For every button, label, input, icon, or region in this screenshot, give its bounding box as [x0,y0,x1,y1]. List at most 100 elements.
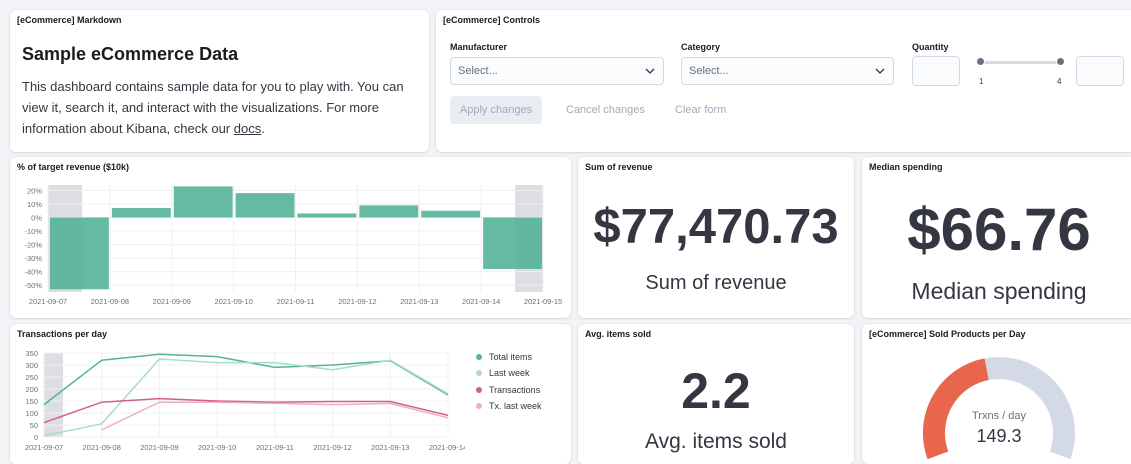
x-tick-label: 2021-09-07 [25,443,63,452]
metric-caption: Avg. items sold [644,430,787,453]
category-select-placeholder: Select... [689,65,729,77]
legend-dot-icon [476,354,482,360]
x-tick-label: 2021-09-09 [140,443,178,452]
y-tick-label: 20% [27,186,42,195]
x-tick-label: 2021-09-13 [400,297,438,306]
metric-value: $66.76 [907,196,1091,263]
panel-title: Sum of revenue [585,162,653,172]
quantity-range-track[interactable] [981,61,1061,64]
quantity-min-input[interactable] [912,56,960,86]
controls-panel: [eCommerce] Controls Manufacturer Select… [436,10,1131,152]
quantity-range-max-tick: 4 [1057,77,1062,86]
sum-revenue-panel: Sum of revenue $77,470.73 Sum of revenue [578,157,854,318]
docs-link[interactable]: docs [234,121,261,136]
y-tick-label: 200 [25,385,38,394]
clear-form-button[interactable]: Clear form [675,96,726,124]
metric-value: 2.2 [681,363,751,419]
markdown-body-end: . [261,121,265,136]
legend-label: Tx. last week [489,401,542,411]
bar [359,205,419,218]
manufacturer-select[interactable]: Select... [450,57,664,85]
target-revenue-panel: % of target revenue ($10k) 20% 10% 0% -10% -… [10,157,571,318]
quantity-range-min-thumb[interactable] [976,57,985,66]
bar [111,208,171,218]
markdown-body: This dashboard contains sample data for … [22,76,412,139]
markdown-heading: Sample eCommerce Data [22,44,239,64]
y-tick-label: 250 [25,373,38,382]
panel-title: Median spending [869,162,943,172]
quantity-max-input[interactable] [1076,56,1124,86]
metric-caption: Median spending [911,278,1087,304]
bar [297,213,357,218]
transactions-line-chart[interactable]: 350 300 250 200 150 100 50 02021-09-07 2021-09-0… [10,324,465,464]
partial-bucket-shade [44,353,64,437]
category-label: Category [681,42,721,52]
manufacturer-label: Manufacturer [450,42,508,52]
y-tick-label: 0% [31,214,42,223]
legend-dot-icon [476,403,482,409]
legend-label: Transactions [489,385,541,395]
category-select[interactable]: Select... [681,57,894,85]
x-tick-label: 2021-09-10 [198,443,236,452]
legend-item-tx-last-week[interactable]: Tx. last week [476,401,542,411]
legend-label: Last week [489,368,530,378]
panel-title: Avg. items sold [585,329,652,339]
bar [421,210,481,218]
y-tick-label: 350 [25,349,38,358]
chevron-down-icon [645,68,655,74]
legend-item-total-items[interactable]: Total items [476,352,532,362]
y-tick-label: 300 [25,361,38,370]
bar [483,217,542,269]
y-tick-label: 0 [34,433,38,442]
avg-items-panel: Avg. items sold 2.2 Avg. items sold [578,324,854,464]
x-tick-label: 2021-09-14 [429,443,465,452]
panel-title: [eCommerce] Markdown [17,15,122,25]
legend-dot-icon [476,370,482,376]
x-tick-label: 2021-09-12 [338,297,376,306]
y-tick-label: 50 [30,421,38,430]
cancel-changes-button[interactable]: Cancel changes [566,96,645,124]
quantity-label: Quantity [912,42,949,52]
x-tick-label: 2021-09-15 [524,297,562,306]
target-revenue-bar-chart[interactable]: 20% 10% 0% -10% -20% -30% -40% -50% 2021-09-07 20… [10,157,571,318]
chevron-down-icon [875,68,885,74]
y-tick-label: -10% [24,227,42,236]
y-tick-label: -20% [24,241,42,250]
y-tick-label: -30% [24,254,42,263]
metric-caption: Sum of revenue [645,272,787,294]
legend-item-transactions[interactable]: Transactions [476,385,540,395]
x-tick-label: 2021-09-12 [313,443,351,452]
legend-label: Total items [489,352,533,362]
sold-products-panel: [eCommerce] Sold Products per Day Trxns … [862,324,1131,464]
x-tick-label: 2021-09-10 [214,297,252,306]
x-tick-label: 2021-09-14 [462,297,500,306]
x-tick-label: 2021-09-08 [91,297,129,306]
transactions-panel: Transactions per day 350 300 250 200 150 100 5… [10,324,571,464]
y-tick-label: 100 [25,409,38,418]
sold-products-gauge[interactable]: Trxns / day 149.3 [862,324,1131,464]
metric-value: $77,470.73 [593,200,839,254]
quantity-range-max-thumb[interactable] [1056,57,1065,66]
x-tick-label: 2021-09-11 [256,443,294,452]
x-tick-label: 2021-09-13 [371,443,409,452]
manufacturer-select-placeholder: Select... [458,65,498,77]
x-tick-label: 2021-09-09 [153,297,191,306]
legend-item-last-week[interactable]: Last week [476,368,530,378]
quantity-range-min-tick: 1 [979,77,984,86]
series-line [43,358,449,437]
panel-title: [eCommerce] Controls [443,15,541,25]
y-tick-label: 10% [27,200,42,209]
gauge-value: 149.3 [976,426,1021,446]
gauge-label: Trxns / day [972,410,1026,422]
x-tick-label: 2021-09-11 [277,297,315,306]
bar [235,193,295,218]
markdown-body-text: This dashboard contains sample data for … [22,79,404,136]
series-line [43,353,449,406]
y-tick-label: 150 [25,397,38,406]
x-tick-label: 2021-09-08 [83,443,121,452]
apply-changes-button[interactable]: Apply changes [450,96,542,124]
x-tick-label: 2021-09-07 [29,297,67,306]
bar [50,217,109,290]
markdown-panel: [eCommerce] Markdown Sample eCommerce Da… [10,10,429,152]
median-spending-panel: Median spending $66.76 Median spending [862,157,1131,318]
